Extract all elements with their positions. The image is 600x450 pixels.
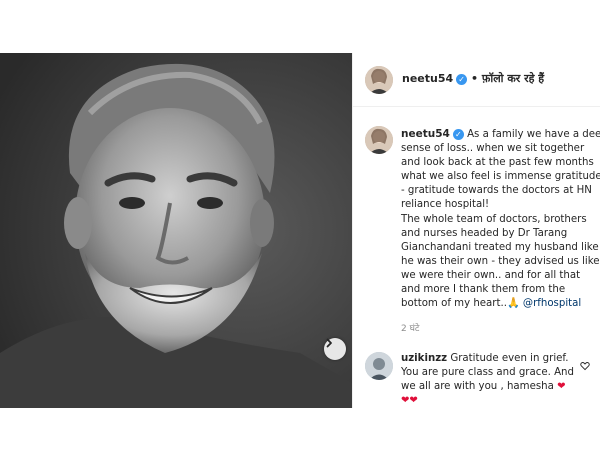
- caption-text: bottom of my heart..: [401, 298, 507, 310]
- verified-badge-icon: ✓: [452, 129, 464, 140]
- caption-line: sense of loss.. when we sit together: [401, 143, 585, 155]
- comment-line: You are pure class and grace. And: [401, 367, 574, 379]
- verified-badge-icon: ✓: [456, 74, 468, 85]
- caption-line: he was their own - they advised us like: [401, 255, 600, 267]
- caption-line: neetu54 ✓ As a family we have a deep: [401, 127, 600, 142]
- post-caption: neetu54 ✓ As a family we have a deep sens…: [401, 127, 600, 311]
- post-side-panel: neetu54 ✓ • फ़ॉलो कर रहे हैं neetu54 ✓ As …: [352, 53, 600, 408]
- caption-line: we were their own.. and for all that: [401, 269, 581, 281]
- caption-line: Gianchandani treated my husband like: [401, 241, 599, 253]
- bottom-margin: [0, 408, 600, 450]
- next-photo-button[interactable]: [324, 338, 346, 360]
- caption-line: and more I thank them from the: [401, 284, 566, 296]
- portrait-photo: [0, 53, 352, 408]
- post-timestamp[interactable]: 2 घंटे: [401, 321, 419, 334]
- follow-status[interactable]: फ़ॉलो कर रहे हैं: [482, 72, 544, 85]
- comment-line: we all are with you , hamesha ❤: [401, 380, 581, 394]
- caption-line: The whole team of doctors, brothers: [401, 213, 587, 225]
- pray-emoji-icon: 🙏: [506, 298, 520, 310]
- avatar-image: [365, 66, 393, 94]
- avatar-image: [365, 352, 393, 380]
- comment-text: Gratitude even in grief.: [450, 353, 569, 364]
- caption-line: what we also feel is immense gratitude: [401, 171, 600, 183]
- red-hearts-row: ❤❤: [401, 395, 418, 407]
- header-separator: •: [467, 72, 482, 85]
- comment-line: uzikinzz Gratitude even in grief.: [401, 352, 581, 366]
- top-margin: [0, 0, 600, 53]
- avatar-image: [365, 126, 393, 154]
- post-header: neetu54 ✓ • फ़ॉलो कर रहे हैं: [353, 53, 600, 107]
- hospital-mention-link[interactable]: @rfhospital: [523, 298, 581, 309]
- commenter-avatar[interactable]: [365, 352, 393, 380]
- author-avatar[interactable]: [365, 66, 393, 94]
- red-heart-icon: ❤: [557, 381, 566, 393]
- caption-line: and look back at the past few months: [401, 157, 594, 169]
- header-line: neetu54 ✓ • फ़ॉलो कर रहे हैं: [402, 71, 544, 86]
- caption-line: - gratitude towards the doctors at HN: [401, 185, 592, 197]
- comment-text: we all are with you , hamesha: [401, 381, 554, 393]
- caption-line: bottom of my heart..🙏 @rfhospital: [401, 297, 596, 311]
- caption-username[interactable]: neetu54: [401, 128, 450, 140]
- header-username[interactable]: neetu54: [402, 72, 453, 85]
- instagram-post-viewer: neetu54 ✓ • फ़ॉलो कर रहे हैं neetu54 ✓ As …: [0, 0, 600, 450]
- caption-author-avatar[interactable]: [365, 126, 393, 154]
- comment-username[interactable]: uzikinzz: [401, 353, 447, 364]
- heart-outline-icon[interactable]: [580, 361, 590, 371]
- comment: uzikinzz Gratitude even in grief. You ar…: [401, 352, 581, 408]
- chevron-right-icon: [326, 338, 332, 348]
- post-photo[interactable]: [0, 53, 352, 408]
- caption-text: As a family we have a deep: [467, 129, 600, 140]
- caption-line: reliance hospital!: [401, 199, 490, 211]
- caption-line: and nurses headed by Dr Tarang: [401, 227, 568, 239]
